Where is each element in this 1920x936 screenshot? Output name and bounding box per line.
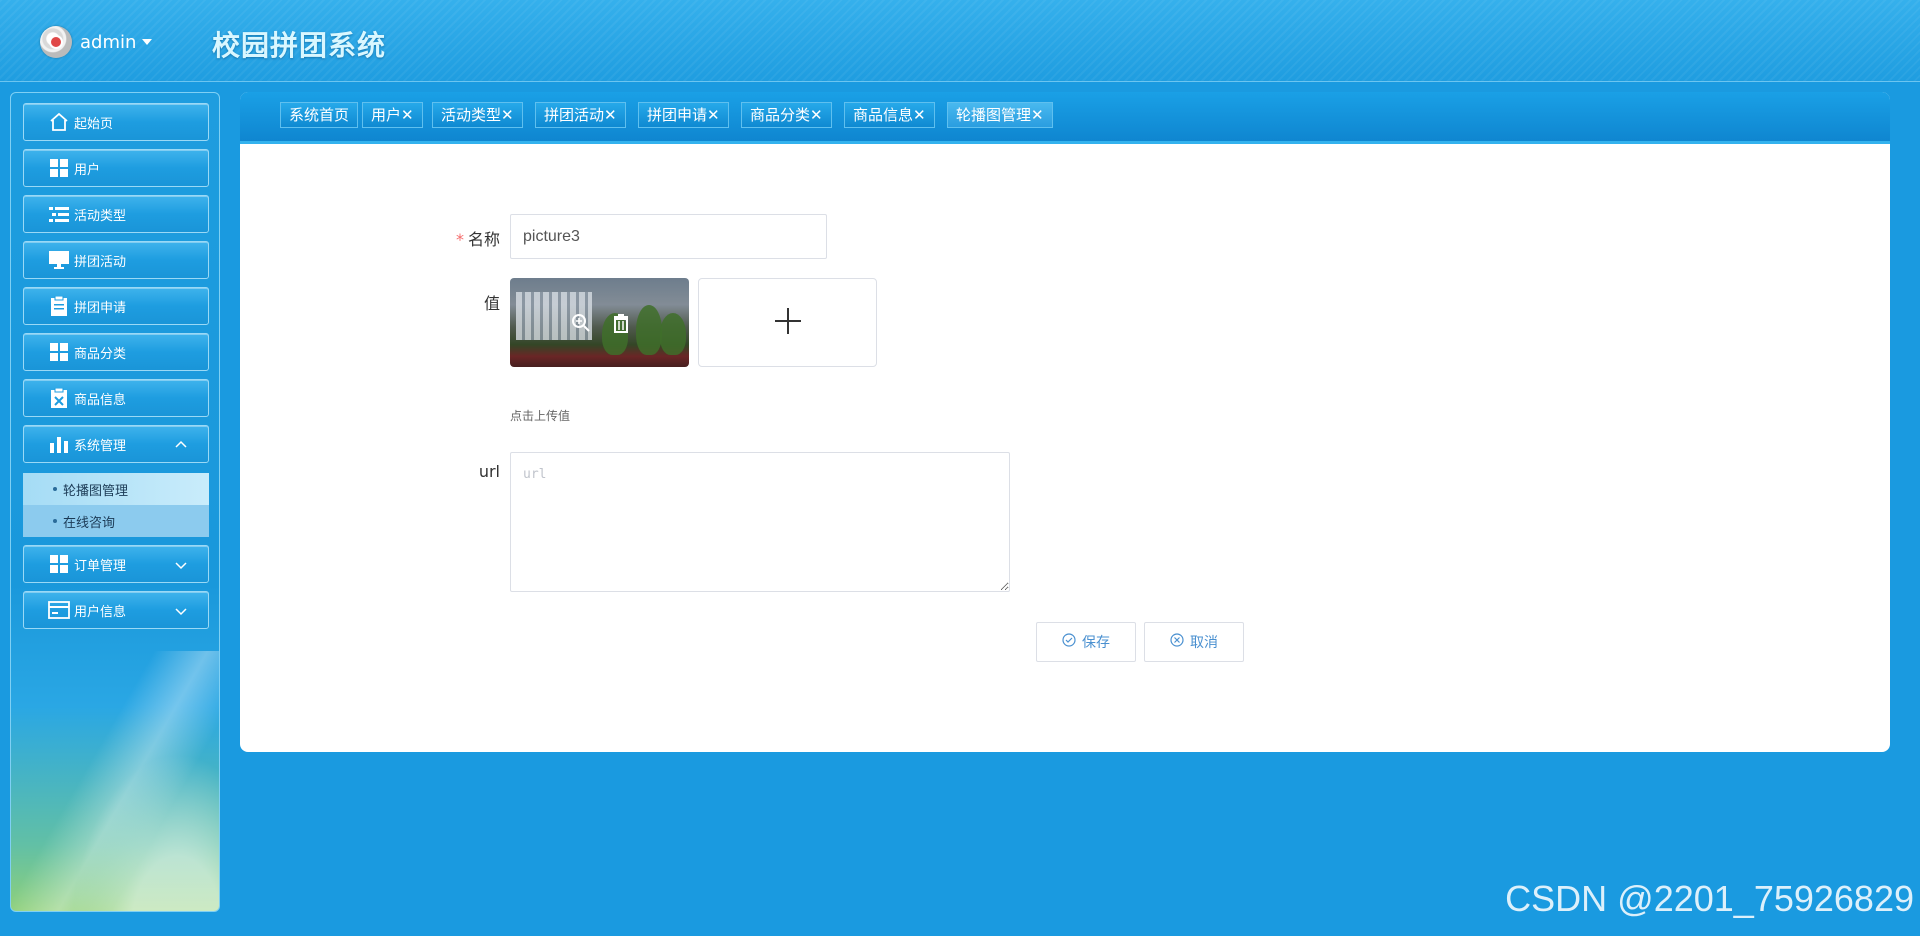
caret-down-icon[interactable] — [142, 39, 153, 45]
username[interactable]: admin — [80, 32, 136, 53]
sidebar-item-label: 拼团活动 — [74, 254, 127, 270]
clipboard-icon — [48, 296, 70, 316]
sidebar-item-label: 商品分类 — [74, 346, 127, 362]
cancel-label: 取消 — [1190, 635, 1218, 651]
list-icon — [48, 204, 70, 224]
submenu-item-carousel[interactable]: 轮播图管理 — [23, 473, 209, 505]
bullet-icon — [53, 487, 57, 491]
save-label: 保存 — [1082, 635, 1110, 651]
top-header: admin 校园拼团系统 — [0, 0, 1920, 82]
grid-icon — [48, 158, 70, 178]
tab-users[interactable]: 用户✕ — [362, 102, 423, 128]
name-label: * 名称 — [455, 230, 500, 249]
tab-home[interactable]: 系统首页 — [280, 102, 359, 128]
sidebar-item-system-management[interactable]: 系统管理 — [23, 425, 209, 463]
system-management-submenu: 轮播图管理 在线咨询 — [23, 473, 209, 537]
avatar[interactable] — [40, 26, 72, 58]
upload-hint: 点击上传值 — [510, 409, 571, 423]
sidebar-item-label: 起始页 — [74, 116, 114, 132]
delete-icon[interactable] — [610, 312, 632, 334]
sidebar-item-group-application[interactable]: 拼团申请 — [23, 287, 209, 325]
close-circle-icon — [1170, 633, 1184, 651]
user-menu[interactable]: admin — [80, 30, 153, 54]
bar-chart-icon — [48, 434, 70, 454]
chevron-down-icon — [174, 604, 188, 618]
sidebar-item-home[interactable]: 起始页 — [23, 103, 209, 141]
value-label: 值 — [483, 294, 500, 313]
uploaded-image-thumbnail[interactable] — [510, 278, 689, 367]
url-label: url — [478, 462, 500, 481]
cancel-button[interactable]: 取消 — [1144, 622, 1244, 662]
plus-icon — [773, 306, 803, 340]
sidebar-item-label: 用户 — [74, 162, 101, 178]
tab-product-category[interactable]: 商品分类✕ — [741, 102, 832, 128]
sidebar-item-users[interactable]: 用户 — [23, 149, 209, 187]
watermark: CSDN @2201_75926829 — [1505, 878, 1914, 919]
card-icon — [48, 600, 70, 620]
submenu-item-label: 在线咨询 — [63, 515, 116, 531]
tab-group-application[interactable]: 拼团申请✕ — [638, 102, 729, 128]
name-input[interactable] — [510, 214, 827, 259]
sidebar-item-label: 商品信息 — [74, 392, 127, 408]
save-button[interactable]: 保存 — [1036, 622, 1136, 662]
sidebar-item-product-category[interactable]: 商品分类 — [23, 333, 209, 371]
grid-icon — [48, 342, 70, 362]
sidebar-item-label: 订单管理 — [74, 558, 127, 574]
chevron-up-icon — [174, 438, 188, 452]
sidebar-item-label: 用户信息 — [74, 604, 127, 620]
sidebar-item-product-info[interactable]: 商品信息 — [23, 379, 209, 417]
sidebar-item-order-management[interactable]: 订单管理 — [23, 545, 209, 583]
thumbnail-actions — [570, 312, 632, 334]
tabs-bar: 系统首页 用户✕ 活动类型✕ 拼团活动✕ 拼团申请✕ 商品分类✕ 商品信息✕ 轮… — [240, 92, 1890, 144]
sidebar-item-group-activity[interactable]: 拼团活动 — [23, 241, 209, 279]
bullet-icon — [53, 519, 57, 523]
sidebar-item-label: 拼团申请 — [74, 300, 127, 316]
submenu-item-label: 轮播图管理 — [63, 483, 129, 499]
submenu-item-consult[interactable]: 在线咨询 — [23, 505, 209, 537]
tab-group-activity[interactable]: 拼团活动✕ — [535, 102, 626, 128]
monitor-icon — [48, 250, 70, 270]
zoom-in-icon[interactable] — [570, 312, 592, 334]
main-panel: 系统首页 用户✕ 活动类型✕ 拼团活动✕ 拼团申请✕ 商品分类✕ 商品信息✕ 轮… — [240, 92, 1890, 752]
sidebar-item-user-info[interactable]: 用户信息 — [23, 591, 209, 629]
sidebar-item-label: 系统管理 — [74, 438, 127, 454]
tab-carousel[interactable]: 轮播图管理✕ — [947, 102, 1053, 128]
sidebar-item-label: 活动类型 — [74, 208, 127, 224]
check-circle-icon — [1062, 633, 1076, 651]
image-upload-button[interactable] — [698, 278, 877, 367]
required-asterisk: * — [455, 230, 464, 249]
chevron-down-icon — [174, 558, 188, 572]
home-icon — [48, 112, 70, 132]
tab-product-info[interactable]: 商品信息✕ — [844, 102, 935, 128]
grid-icon — [48, 554, 70, 574]
sidebar: 起始页 用户 活动类型 拼团活动 拼团申请 商品分类 商品信息 系统管理 轮播图… — [10, 92, 220, 912]
url-textarea[interactable] — [510, 452, 1010, 592]
sidebar-item-activity-type[interactable]: 活动类型 — [23, 195, 209, 233]
app-title: 校园拼团系统 — [212, 29, 387, 62]
tab-activity-type[interactable]: 活动类型✕ — [432, 102, 523, 128]
clipboard-x-icon — [48, 388, 70, 408]
